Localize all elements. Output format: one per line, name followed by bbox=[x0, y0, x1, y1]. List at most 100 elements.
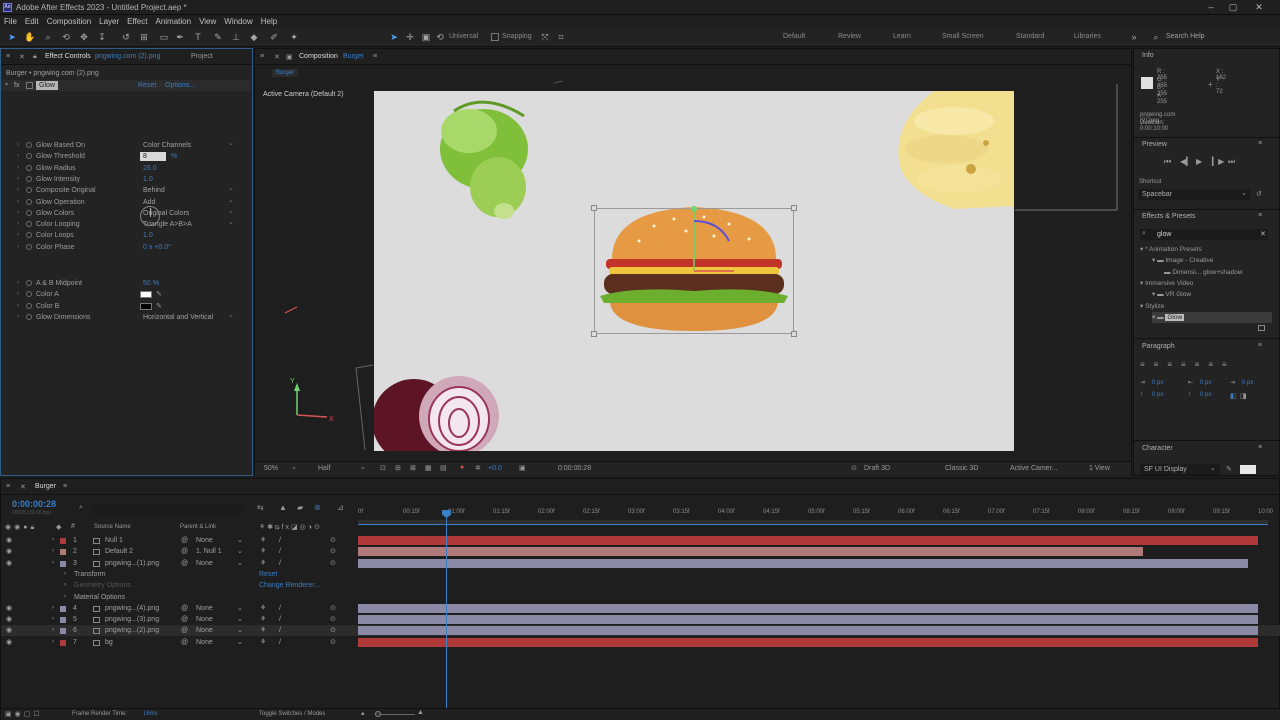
eraser-tool-icon[interactable]: ◆ bbox=[248, 31, 260, 43]
expand-triangle-icon[interactable]: › bbox=[17, 151, 19, 162]
view-layout-dropdown[interactable]: 1 View bbox=[1089, 465, 1110, 472]
expand-triangle-icon[interactable]: › bbox=[17, 242, 19, 253]
indent-first-value[interactable]: 0 px bbox=[1200, 380, 1211, 386]
label-color-swatch[interactable] bbox=[60, 605, 66, 612]
timeline-footer-icons[interactable]: ▣◉▢☐ bbox=[5, 710, 43, 718]
expand-triangle-icon[interactable]: › bbox=[17, 197, 19, 208]
region-of-interest-icon[interactable]: ⊡ bbox=[380, 464, 386, 472]
effect-prop-value[interactable]: 0 x +0.0° bbox=[143, 242, 171, 253]
source-name-header[interactable]: Source Name bbox=[94, 524, 131, 530]
parent-link-header[interactable]: Parent & Link bbox=[180, 524, 216, 530]
comp-canvas[interactable] bbox=[374, 91, 1014, 451]
effect-prop-dropdown[interactable]: Add bbox=[141, 196, 236, 207]
stopwatch-icon[interactable] bbox=[26, 313, 32, 320]
label-color-swatch[interactable] bbox=[60, 617, 66, 624]
expand-triangle-icon[interactable]: › bbox=[17, 140, 19, 151]
layer-duration-bar[interactable] bbox=[358, 603, 1258, 613]
stopwatch-icon[interactable] bbox=[26, 232, 32, 239]
effect-prop-row[interactable]: › Color A ✎ bbox=[1, 289, 251, 300]
stopwatch-icon[interactable] bbox=[26, 291, 32, 298]
effect-prop-value[interactable]: 50 % bbox=[143, 278, 159, 289]
space-after-icon[interactable]: ↕ bbox=[1188, 391, 1191, 397]
expand-triangle-icon[interactable]: › bbox=[52, 535, 54, 546]
next-frame-icon[interactable]: ▎▶ bbox=[1212, 157, 1224, 166]
label-header-icon[interactable]: ◆ bbox=[56, 523, 61, 531]
expand-triangle-icon[interactable]: › bbox=[17, 163, 19, 174]
local-axis-icon[interactable]: ➤ bbox=[388, 31, 400, 43]
eye-icon[interactable]: ◉ bbox=[6, 614, 12, 625]
transform-handle[interactable] bbox=[791, 331, 797, 337]
stopwatch-icon[interactable] bbox=[26, 175, 32, 182]
layer-name[interactable]: Null 1 bbox=[105, 535, 123, 546]
shortcut-dropdown[interactable]: Spacebar ⌄ bbox=[1138, 189, 1250, 200]
workspace-learn[interactable]: Learn bbox=[893, 33, 911, 40]
tab-timeline-burger[interactable]: Burger bbox=[35, 483, 56, 490]
menu-effect[interactable]: Effect bbox=[123, 15, 151, 28]
layer-name[interactable]: bg bbox=[105, 637, 113, 648]
timeline-timecode[interactable]: 0:00:00:28 bbox=[12, 499, 56, 509]
eye-icon[interactable]: ◉ bbox=[6, 637, 12, 648]
3d-layer-switch-icon[interactable]: ⊙ bbox=[330, 546, 336, 557]
zoom-tool-icon[interactable]: ⌕ bbox=[42, 31, 54, 43]
quality-switch-icon[interactable]: / bbox=[279, 535, 281, 546]
workspace-default[interactable]: Default bbox=[783, 33, 805, 40]
layer-duration-bar[interactable] bbox=[358, 558, 1248, 568]
effect-reset-link[interactable]: Reset bbox=[138, 80, 156, 91]
new-folder-icon[interactable] bbox=[1258, 325, 1265, 331]
menu-layer[interactable]: Layer bbox=[95, 15, 123, 28]
effect-prop-row[interactable]: › Color Looping Triangle A>B>A bbox=[1, 218, 251, 230]
snap-grid-icon[interactable]: ⌗ bbox=[555, 31, 567, 43]
stopwatch-icon[interactable] bbox=[26, 142, 32, 148]
expand-triangle-icon[interactable]: › bbox=[52, 625, 54, 636]
eye-icon[interactable]: ◉ bbox=[6, 603, 12, 614]
layer-duration-bar[interactable] bbox=[358, 626, 1258, 636]
menu-view[interactable]: View bbox=[195, 15, 220, 28]
clone-stamp-tool-icon[interactable]: ⊥ bbox=[230, 31, 242, 43]
timeline-search-input[interactable] bbox=[91, 503, 243, 514]
resolution-dropdown[interactable]: Half bbox=[318, 465, 330, 472]
3d-view-icon[interactable]: ▤ bbox=[440, 464, 447, 472]
stopwatch-icon[interactable] bbox=[26, 280, 32, 286]
zoom-in-icon[interactable]: ▲ bbox=[417, 709, 424, 716]
expand-triangle-icon[interactable]: › bbox=[17, 230, 19, 241]
menu-edit[interactable]: Edit bbox=[21, 15, 43, 28]
zoom-out-icon[interactable]: ▴ bbox=[361, 709, 365, 717]
quality-switch-icon[interactable]: / bbox=[279, 637, 281, 648]
snapshot-icon[interactable]: ▣ bbox=[519, 464, 526, 472]
stopwatch-icon[interactable] bbox=[26, 243, 32, 250]
eyedropper-icon[interactable]: ✎ bbox=[156, 301, 162, 312]
camera-dropdown[interactable]: Active Camer... bbox=[1010, 465, 1057, 472]
pickwhip-icon[interactable]: @ bbox=[181, 637, 188, 648]
effects-tree-item[interactable]: ▾ ▬ Image - Creative bbox=[1152, 255, 1272, 266]
panel-menu-icon[interactable]: ≡ bbox=[1258, 140, 1262, 147]
close-tab-icon[interactable]: ✕ bbox=[19, 53, 25, 61]
expand-triangle-icon[interactable]: › bbox=[64, 592, 66, 603]
menu-window[interactable]: Window bbox=[220, 15, 256, 28]
label-color-swatch[interactable] bbox=[60, 639, 66, 646]
effect-prop-value[interactable]: 26.0 bbox=[143, 163, 157, 174]
direction-rtl-icon[interactable]: ◨ bbox=[1240, 392, 1247, 400]
layer-name[interactable]: pngwing...(3).png bbox=[105, 614, 159, 625]
effects-tree-item[interactable]: ▾ Immersive Video bbox=[1140, 278, 1272, 289]
current-time-indicator-line[interactable] bbox=[446, 518, 447, 718]
exposure-reset-icon[interactable]: ✲ bbox=[475, 464, 481, 472]
roto-brush-tool-icon[interactable]: ✐ bbox=[268, 31, 280, 43]
effect-color-swatch[interactable] bbox=[140, 302, 152, 310]
pickwhip-icon[interactable]: @ bbox=[181, 546, 188, 557]
chevron-down-icon[interactable]: ⌄ bbox=[360, 463, 366, 471]
channel-icon[interactable]: ● bbox=[460, 464, 464, 471]
transparency-grid-icon[interactable]: ⊞ bbox=[395, 464, 401, 472]
eye-icon[interactable]: ◉ bbox=[6, 546, 12, 557]
effect-prop-dropdown[interactable]: Behind bbox=[141, 184, 236, 195]
exposure-value[interactable]: +0.0 bbox=[488, 465, 502, 472]
effect-prop-row[interactable]: › Glow Threshold 8% bbox=[1, 151, 251, 162]
effect-prop-value[interactable]: 1.0 bbox=[143, 174, 153, 185]
expand-triangle-icon[interactable]: ▾ bbox=[5, 80, 8, 91]
pen-tool-icon[interactable]: ✒ bbox=[174, 31, 186, 43]
view-axis-icon[interactable]: ▣ bbox=[420, 31, 432, 43]
shy-switch-icon[interactable]: ⚘ bbox=[260, 535, 266, 546]
pickwhip-icon[interactable]: @ bbox=[181, 603, 188, 614]
pan-behind-tool-icon[interactable]: ⊞ bbox=[138, 31, 150, 43]
snap-options-icon[interactable]: ⤧ bbox=[539, 31, 551, 43]
expand-triangle-icon[interactable]: › bbox=[64, 569, 66, 580]
